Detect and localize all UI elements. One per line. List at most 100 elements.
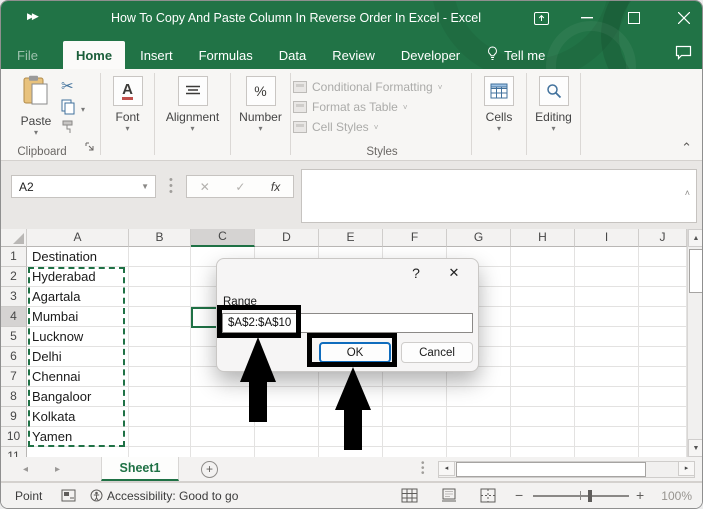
zoom-in-icon[interactable]: +: [636, 487, 644, 503]
dialog-close-icon[interactable]: ✕: [444, 265, 464, 285]
chevron-down-icon: ▾: [125, 124, 130, 133]
vertical-scrollbar-thumb[interactable]: [689, 249, 702, 293]
cell-a9[interactable]: Kolkata: [27, 407, 129, 427]
sheet-prev-icon[interactable]: ◂: [23, 464, 28, 475]
maximize-icon[interactable]: [619, 5, 649, 31]
column-header-a[interactable]: A: [27, 229, 129, 247]
zoom-out-icon[interactable]: −: [515, 487, 523, 503]
group-separator: [580, 73, 581, 155]
tab-file[interactable]: File: [4, 41, 51, 69]
expand-formula-bar-icon[interactable]: ˄: [685, 188, 690, 198]
conditional-formatting-button[interactable]: Conditional Formatting ˅: [293, 77, 471, 97]
zoom-level[interactable]: 100%: [661, 489, 692, 503]
copy-button[interactable]: ▾: [61, 99, 85, 120]
column-header-c[interactable]: C: [191, 229, 255, 247]
sheet-next-icon[interactable]: ▸: [55, 464, 60, 475]
cell-a8[interactable]: Bangaloor: [27, 387, 129, 407]
editing-group-button[interactable]: Editing ▾: [527, 69, 580, 161]
format-painter-button[interactable]: [61, 119, 76, 139]
cell-a4[interactable]: Mumbai: [27, 307, 129, 327]
zoom-slider[interactable]: [533, 495, 629, 497]
scroll-right-icon[interactable]: ▸: [678, 461, 695, 476]
collapse-ribbon-icon[interactable]: ⌃: [681, 140, 692, 156]
column-header-j[interactable]: J: [639, 229, 687, 247]
cell-a1[interactable]: Destination: [27, 247, 129, 267]
add-sheet-icon[interactable]: +: [201, 461, 218, 478]
cell-a10[interactable]: Yamen: [27, 427, 129, 447]
drag-dots-icon: • • •: [169, 174, 173, 198]
dialog-help-button[interactable]: ?: [406, 265, 426, 285]
styles-group: Conditional Formatting ˅ Format as Table…: [293, 69, 471, 161]
scroll-up-icon[interactable]: ▲: [688, 229, 702, 247]
paste-icon: [23, 75, 49, 109]
cancel-entry-icon[interactable]: ✕: [200, 180, 210, 194]
column-header-i[interactable]: I: [575, 229, 639, 247]
drag-dots-icon: • • •: [421, 458, 425, 479]
select-all-corner[interactable]: [1, 229, 27, 247]
column-header-h[interactable]: H: [511, 229, 575, 247]
number-group-button[interactable]: % Number ▾: [231, 69, 290, 161]
formula-bar-input[interactable]: ˄: [301, 169, 697, 223]
conditional-formatting-icon: [293, 81, 307, 93]
cell-a3[interactable]: Agartala: [27, 287, 129, 307]
tab-developer[interactable]: Developer: [388, 41, 473, 69]
horizontal-scrollbar-thumb[interactable]: [456, 462, 646, 477]
ribbon: Paste ▾ ✂ ▾ Clipboard A Font ▾ Alignment…: [1, 69, 702, 161]
format-as-table-button[interactable]: Format as Table ˅: [293, 97, 471, 117]
column-header-d[interactable]: D: [255, 229, 319, 247]
cut-button[interactable]: ✂: [61, 77, 74, 96]
tab-home[interactable]: Home: [62, 41, 126, 69]
macro-record-icon[interactable]: [61, 489, 76, 507]
format-as-table-icon: [293, 101, 307, 113]
cell-a5[interactable]: Lucknow: [27, 327, 129, 347]
column-header-g[interactable]: G: [447, 229, 511, 247]
tab-data[interactable]: Data: [266, 41, 319, 69]
tab-review[interactable]: Review: [319, 41, 388, 69]
column-header-f[interactable]: F: [383, 229, 447, 247]
zoom-slider-thumb[interactable]: [588, 490, 592, 502]
cancel-button[interactable]: Cancel: [401, 342, 473, 363]
minimize-icon[interactable]: [572, 5, 602, 31]
close-icon[interactable]: [669, 5, 699, 31]
cell-a6[interactable]: Delhi: [27, 347, 129, 367]
formula-buttons: ✕ ✓ fx: [186, 175, 294, 198]
tab-formulas[interactable]: Formulas: [186, 41, 266, 69]
sheet-tab-bar: ◂ ▸ Sheet1 + • • • ◂ ▸: [1, 457, 702, 482]
table-row: 10 Yamen: [1, 427, 702, 447]
insert-function-icon[interactable]: fx: [271, 180, 280, 194]
styles-group-label: Styles: [366, 146, 398, 158]
cell-a2[interactable]: Hyderabad: [27, 267, 129, 287]
chevron-down-icon: ▾: [81, 105, 86, 114]
font-group-button[interactable]: A Font ▾: [101, 69, 154, 161]
ribbon-tabs: File Home Insert Formulas Data Review De…: [1, 41, 702, 69]
cell-a7[interactable]: Chennai: [27, 367, 129, 387]
paste-button[interactable]: Paste ▾: [17, 75, 55, 137]
status-bar: Point Accessibility: Good to go − + 100%: [1, 482, 702, 508]
dialog-launcher-icon[interactable]: [85, 139, 95, 157]
column-header-e[interactable]: E: [319, 229, 383, 247]
accessibility-status[interactable]: Accessibility: Good to go: [107, 489, 238, 503]
tab-insert[interactable]: Insert: [127, 41, 186, 69]
scroll-left-icon[interactable]: ◂: [438, 461, 455, 476]
cell-styles-button[interactable]: Cell Styles ˅: [293, 117, 471, 137]
normal-view-icon[interactable]: [401, 488, 418, 508]
name-box[interactable]: A2 ▼: [11, 175, 156, 198]
tell-me[interactable]: Tell me: [487, 46, 545, 64]
accessibility-icon[interactable]: [89, 488, 104, 508]
horizontal-scrollbar[interactable]: ◂ ▸: [438, 461, 695, 478]
alignment-group-button[interactable]: Alignment ▾: [155, 69, 230, 161]
column-header-b[interactable]: B: [129, 229, 191, 247]
page-layout-view-icon[interactable]: [441, 488, 457, 508]
scroll-down-icon[interactable]: ▼: [688, 439, 702, 457]
table-row: 9 Kolkata: [1, 407, 702, 427]
cells-group-button[interactable]: Cells ▾: [472, 69, 526, 161]
vertical-scrollbar[interactable]: ▲ ▼: [687, 229, 702, 457]
editing-icon: [538, 76, 569, 106]
page-break-preview-icon[interactable]: [480, 488, 496, 508]
window-title: How To Copy And Paste Column In Reverse …: [110, 11, 482, 25]
enter-entry-icon[interactable]: ✓: [235, 180, 245, 194]
sheet-tab-sheet1[interactable]: Sheet1: [101, 457, 179, 481]
quick-access-toolbar-icon[interactable]: ▶▶: [27, 11, 39, 22]
comment-icon[interactable]: [675, 45, 692, 65]
ribbon-display-options-icon[interactable]: [526, 5, 556, 31]
